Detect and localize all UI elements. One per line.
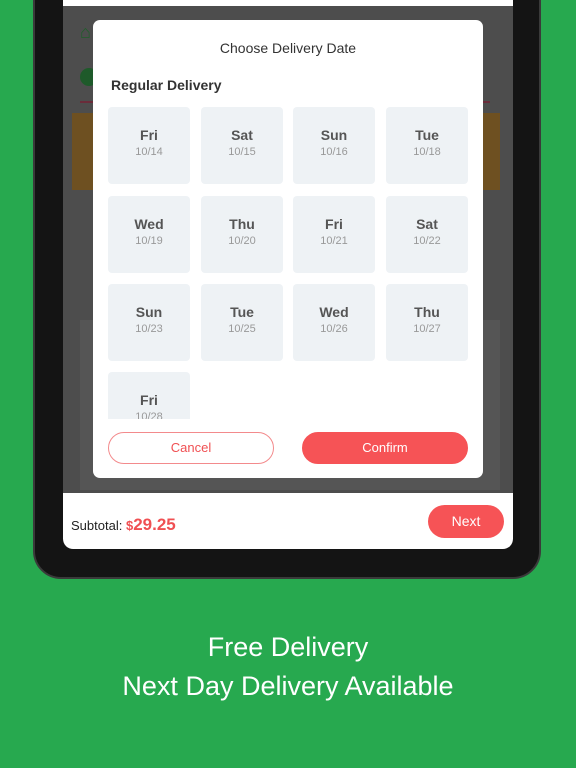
date-option[interactable]: Sat 10/22 (386, 196, 468, 273)
weekday: Fri (140, 127, 158, 143)
section-title: Regular Delivery (111, 77, 222, 93)
weekday: Sun (135, 304, 163, 320)
date-grid[interactable]: Fri 10/14 Sat 10/15 Sun 10/16 Tue 10/18 Wed 10/19… (108, 107, 470, 419)
weekday: Sat (231, 127, 253, 143)
date: 10/16 (320, 146, 348, 158)
date: 10/27 (413, 323, 441, 335)
date: 10/15 (228, 146, 256, 158)
date: 10/14 (135, 146, 163, 158)
date-option[interactable]: Thu 10/20 (201, 196, 283, 273)
weekday: Thu (229, 216, 255, 232)
subtotal-amount: 29.25 (133, 515, 176, 534)
date-option[interactable]: Fri 10/28 (108, 372, 190, 419)
date-option[interactable]: Sun 10/16 (293, 107, 375, 184)
date: 10/21 (320, 235, 348, 247)
weekday: Tue (230, 304, 254, 320)
date-option[interactable]: Sun 10/23 (108, 284, 190, 361)
bottom-bar: Subtotal: $29.25 Next (63, 493, 513, 549)
confirm-button[interactable]: Confirm (302, 432, 468, 464)
weekday: Sun (320, 127, 348, 143)
weekday: Wed (134, 216, 164, 232)
promo-headline: Free Delivery (207, 632, 369, 662)
weekday: Wed (319, 304, 349, 320)
weekday: Sat (416, 216, 438, 232)
weekday: Fri (140, 392, 158, 408)
date-option[interactable]: Fri 10/14 (108, 107, 190, 184)
date: 10/18 (413, 146, 441, 158)
weekday: Fri (325, 216, 343, 232)
date-option[interactable]: Sat 10/15 (201, 107, 283, 184)
home-icon: ⌂ (80, 22, 91, 42)
dialog-title: Choose Delivery Date (219, 40, 357, 56)
date-option[interactable]: Wed 10/26 (293, 284, 375, 361)
date: 10/19 (135, 235, 163, 247)
weekday: Thu (414, 304, 440, 320)
next-button[interactable]: Next (428, 505, 504, 538)
date: 10/20 (228, 235, 256, 247)
delivery-date-dialog: Choose Delivery Date Regular Delivery Fr… (93, 20, 483, 478)
date: 10/25 (228, 323, 256, 335)
date-option[interactable]: Wed 10/19 (108, 196, 190, 273)
weekday: Tue (415, 127, 439, 143)
date-option[interactable]: Thu 10/27 (386, 284, 468, 361)
cancel-button[interactable]: Cancel (108, 432, 274, 464)
date-option[interactable]: Tue 10/18 (386, 107, 468, 184)
date-option[interactable]: Tue 10/25 (201, 284, 283, 361)
date: 10/26 (320, 323, 348, 335)
date: 10/22 (413, 235, 441, 247)
subtotal: Subtotal: $29.25 (71, 515, 176, 535)
date-option[interactable]: Fri 10/21 (293, 196, 375, 273)
promo-subheadline: Next Day Delivery Available (122, 671, 454, 701)
date: 10/28 (135, 411, 163, 419)
subtotal-label: Subtotal: (71, 518, 123, 533)
date: 10/23 (135, 323, 163, 335)
top-bar (63, 0, 513, 6)
